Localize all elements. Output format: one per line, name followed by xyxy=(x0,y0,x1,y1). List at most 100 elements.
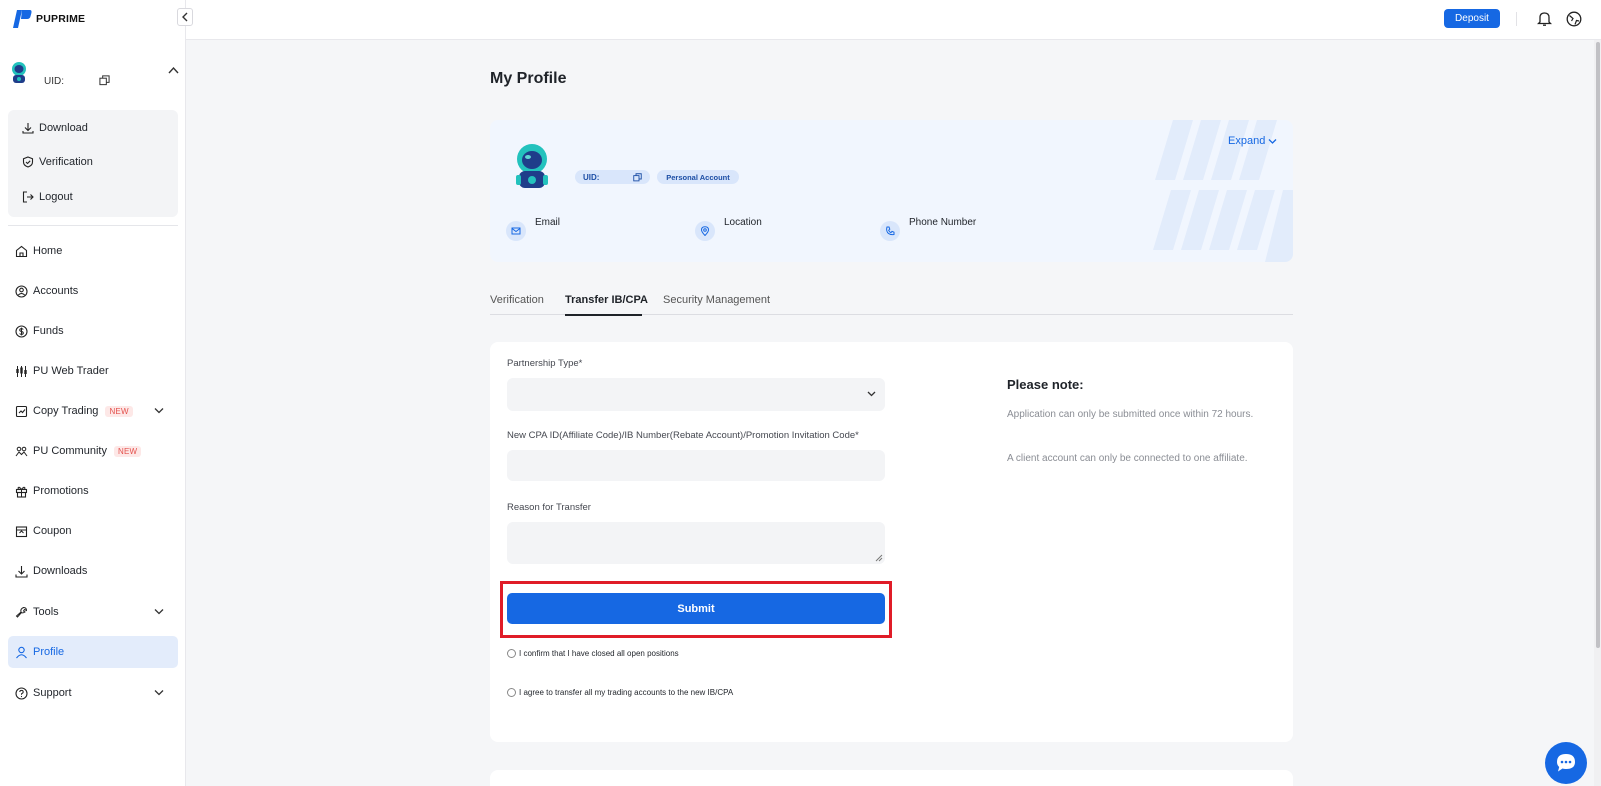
sidebar-item-label: PU Community xyxy=(33,445,107,457)
user-icon xyxy=(16,646,27,658)
sidebar-item-label: Accounts xyxy=(33,285,79,297)
sidebar-item-community[interactable]: PU Community NEW xyxy=(8,435,178,467)
menu-item-logout[interactable]: Logout xyxy=(22,188,73,206)
menu-item-label: Verification xyxy=(39,156,93,168)
gift-icon xyxy=(15,486,28,498)
menu-item-label: Download xyxy=(39,122,88,134)
help-circle-icon xyxy=(15,686,28,700)
copy-icon[interactable] xyxy=(99,75,110,86)
next-card xyxy=(490,770,1293,786)
chevron-down-icon[interactable] xyxy=(154,608,164,615)
sidebar-item-label: Funds xyxy=(33,325,64,337)
sidebar-item-coupon[interactable]: Coupon xyxy=(8,515,178,547)
cpa-id-label: New CPA ID(Affiliate Code)/IB Number(Reb… xyxy=(507,430,859,441)
sidebar: PUPRIME UID: Download Verification Logou… xyxy=(0,0,186,786)
mail-icon xyxy=(511,227,521,235)
chevron-down-icon[interactable] xyxy=(154,407,164,414)
chevron-down-icon xyxy=(867,391,876,397)
profile-summary-card: UID: Personal Account Expand Email Locat… xyxy=(490,120,1293,262)
tab-security-management[interactable]: Security Management xyxy=(663,294,770,306)
download-icon xyxy=(22,123,34,134)
cpa-id-input[interactable] xyxy=(507,450,885,481)
sidebar-item-profile[interactable]: Profile xyxy=(8,636,178,668)
sidebar-item-copy-trading[interactable]: Copy Trading NEW xyxy=(8,395,178,427)
reason-textarea[interactable] xyxy=(507,522,885,564)
resize-handle-icon[interactable] xyxy=(875,554,883,562)
sidebar-item-home[interactable]: Home xyxy=(8,235,178,267)
sidebar-item-promotions[interactable]: Promotions xyxy=(8,475,178,507)
sidebar-item-label: Downloads xyxy=(33,565,88,577)
location-icon-badge xyxy=(695,221,715,241)
sidebar-item-funds[interactable]: Funds xyxy=(8,315,178,347)
bell-icon[interactable] xyxy=(1537,11,1552,27)
chevron-left-icon xyxy=(182,12,188,22)
chat-bubble-icon xyxy=(1557,754,1575,772)
radio-button[interactable] xyxy=(507,649,516,658)
menu-item-label: Logout xyxy=(39,191,73,203)
sidebar-item-downloads[interactable]: Downloads xyxy=(8,555,178,587)
chevron-down-icon xyxy=(1268,138,1277,144)
sidebar-item-label: Support xyxy=(33,687,72,699)
radio-button[interactable] xyxy=(507,688,516,697)
confirm-positions-checkbox[interactable]: I confirm that I have closed all open po… xyxy=(507,649,679,658)
partnership-type-label: Partnership Type* xyxy=(507,358,583,369)
menu-item-download[interactable]: Download xyxy=(22,119,88,137)
top-bar xyxy=(186,0,1601,40)
reason-label: Reason for Transfer xyxy=(507,502,591,513)
email-icon-badge xyxy=(506,221,526,241)
uid-badge: UID: xyxy=(575,170,650,184)
tab-transfer-ib-cpa[interactable]: Transfer IB/CPA xyxy=(565,294,648,306)
chevron-down-icon[interactable] xyxy=(154,689,164,696)
note-title: Please note: xyxy=(1007,377,1084,392)
topbar-divider xyxy=(1516,12,1517,26)
user-header[interactable]: UID: xyxy=(10,62,180,92)
collapse-sidebar-button[interactable] xyxy=(177,8,193,26)
community-icon xyxy=(15,446,28,456)
agree-transfer-checkbox[interactable]: I agree to transfer all my trading accou… xyxy=(507,688,733,697)
new-badge: NEW xyxy=(105,405,133,417)
sidebar-item-label: Tools xyxy=(33,606,59,618)
brand-logo[interactable]: PUPRIME xyxy=(10,9,85,29)
note-text-1: Application can only be submitted once w… xyxy=(1007,409,1254,420)
profile-tabs: Verification Transfer IB/CPA Security Ma… xyxy=(490,288,1293,316)
page-title: My Profile xyxy=(490,70,567,87)
sidebar-item-accounts[interactable]: Accounts xyxy=(8,275,178,307)
candlestick-icon xyxy=(16,365,27,377)
sidebar-item-web-trader[interactable]: PU Web Trader xyxy=(8,355,178,387)
chat-support-button[interactable] xyxy=(1545,742,1587,784)
sidebar-item-support[interactable]: Support xyxy=(8,677,178,709)
sidebar-item-tools[interactable]: Tools xyxy=(8,596,178,628)
expand-button[interactable]: Expand xyxy=(1228,135,1277,147)
chevron-up-icon[interactable] xyxy=(168,66,179,74)
sidebar-item-label: Promotions xyxy=(33,485,89,497)
partnership-type-select[interactable] xyxy=(507,378,885,411)
sidebar-divider xyxy=(8,225,178,226)
sidebar-item-label: PU Web Trader xyxy=(33,365,109,377)
astronaut-avatar-icon xyxy=(516,144,548,188)
note-text-2: A client account can only be connected t… xyxy=(1007,453,1248,464)
phone-icon xyxy=(886,226,895,236)
phone-label: Phone Number xyxy=(909,217,977,228)
scrollbar-thumb[interactable] xyxy=(1596,42,1600,648)
expand-label: Expand xyxy=(1228,135,1266,147)
location-label: Location xyxy=(724,217,762,228)
uid-badge-label: UID: xyxy=(583,172,600,182)
submit-button[interactable]: Submit xyxy=(507,593,885,624)
sidebar-item-label: Copy Trading xyxy=(33,405,99,417)
coupon-icon xyxy=(15,525,28,537)
deposit-button[interactable]: Deposit xyxy=(1444,9,1500,28)
sidebar-uid-label: UID: xyxy=(44,76,64,87)
brand-name: PUPRIME xyxy=(36,13,86,25)
download-icon xyxy=(15,565,28,578)
user-circle-icon xyxy=(15,284,28,298)
active-tab-indicator xyxy=(565,314,642,316)
puprime-logo-icon xyxy=(10,9,32,29)
logout-icon xyxy=(22,191,34,203)
tab-verification[interactable]: Verification xyxy=(490,294,544,306)
language-globe-icon[interactable] xyxy=(1566,11,1582,27)
copy-trading-icon xyxy=(15,405,28,417)
copy-icon[interactable] xyxy=(633,173,642,182)
transfer-form-card: Partnership Type* New CPA ID(Affiliate C… xyxy=(490,342,1293,742)
menu-item-verification[interactable]: Verification xyxy=(22,153,93,171)
wrench-icon xyxy=(15,606,28,618)
